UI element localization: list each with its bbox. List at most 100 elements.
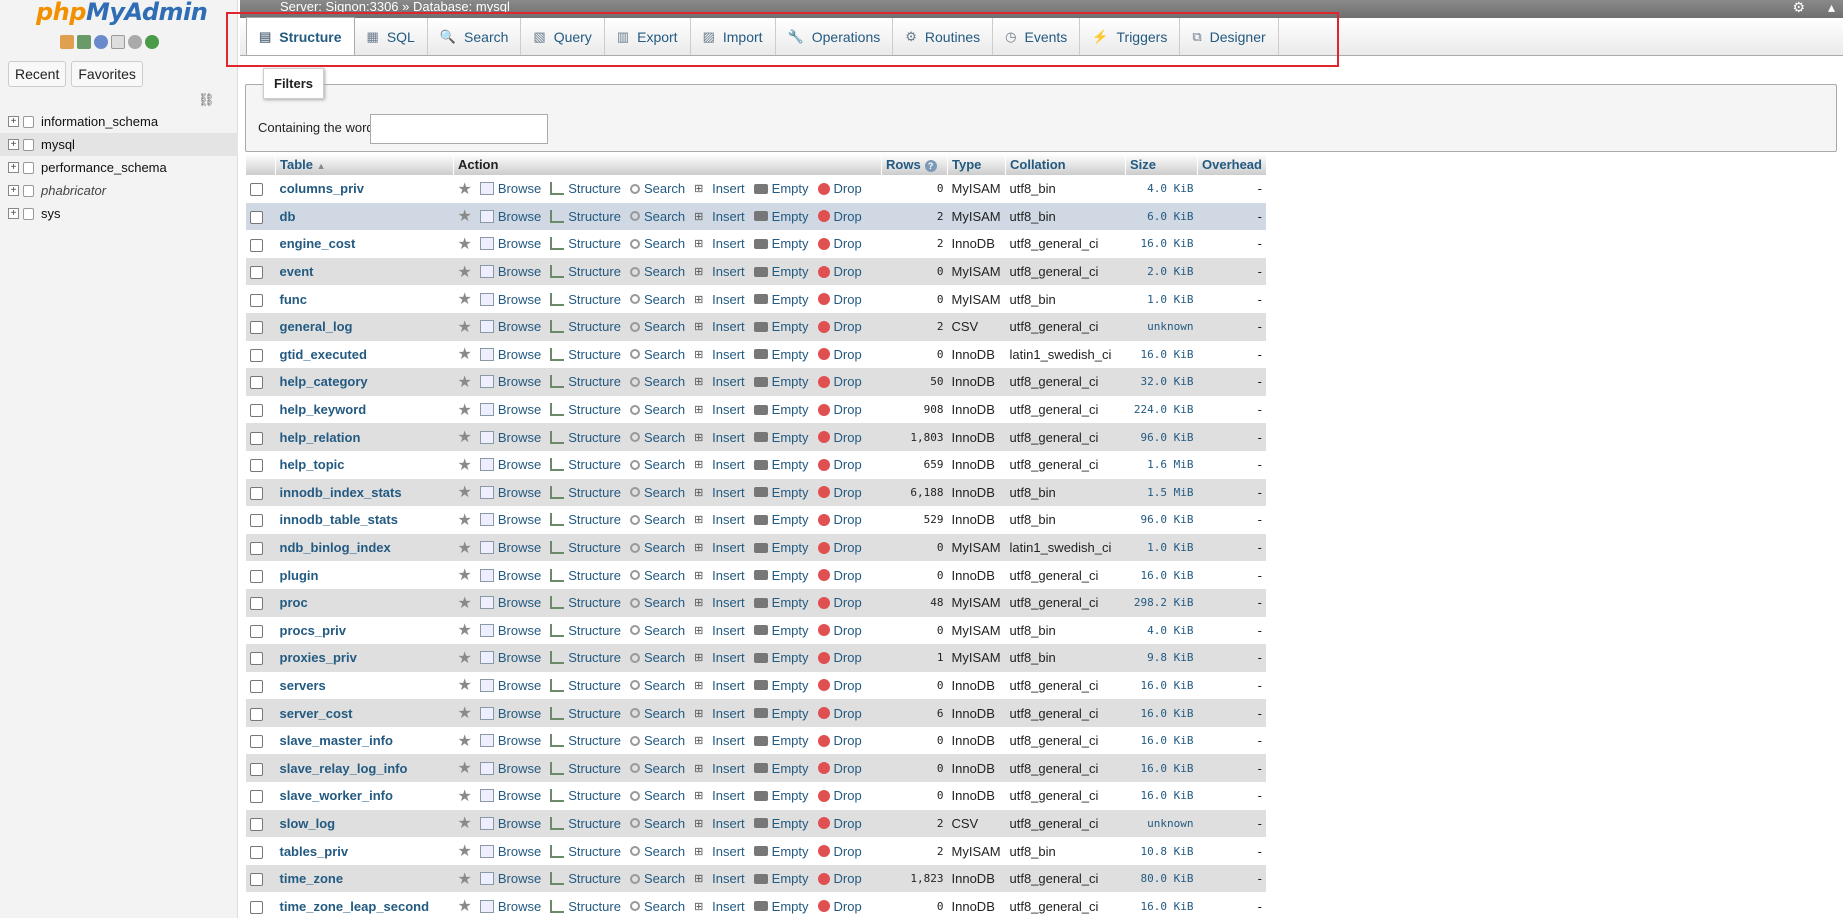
gear-icon[interactable]: ⚙ (1792, 0, 1805, 14)
empty-action[interactable]: Empty (753, 844, 809, 859)
table-size[interactable]: 1.6 MiB (1125, 450, 1198, 479)
table-name-link[interactable]: func (280, 292, 307, 307)
browse-action[interactable]: Browse (479, 319, 541, 334)
favorite-star-icon[interactable]: ★ (458, 758, 472, 778)
rows-header[interactable]: Rows? (881, 154, 948, 175)
empty-action[interactable]: Empty (753, 374, 809, 389)
tab-designer[interactable]: ⧉ Designer (1180, 18, 1279, 55)
db-item[interactable]: + information_schema (0, 110, 238, 133)
table-size[interactable]: 16.0 KiB (1125, 699, 1198, 727)
table-row[interactable]: innodb_table_stats ★ Browse Structure Search… (245, 506, 1266, 534)
tab-events[interactable]: ◷ Events (993, 18, 1081, 55)
drop-action[interactable]: Drop (817, 788, 862, 803)
favorite-star-icon[interactable]: ★ (458, 372, 472, 392)
search-action[interactable]: Search (629, 402, 685, 417)
table-row[interactable]: help_keyword ★ Browse Structure Search ⊞ Inser… (245, 395, 1266, 424)
table-row[interactable]: slave_worker_info ★ Browse Structure Search ⊞… (245, 782, 1266, 810)
browse-action[interactable]: Browse (479, 540, 541, 555)
favorite-star-icon[interactable]: ★ (458, 703, 472, 723)
table-size[interactable]: 1.5 MiB (1125, 478, 1198, 507)
table-size[interactable]: 9.8 KiB (1125, 644, 1198, 672)
expand-icon[interactable]: + (8, 139, 19, 150)
favorite-star-icon[interactable]: ★ (458, 427, 472, 447)
structure-action[interactable]: Structure (550, 844, 621, 859)
browse-action[interactable]: Browse (479, 623, 541, 638)
tab-triggers[interactable]: ⚡ Triggers (1080, 18, 1181, 55)
empty-action[interactable]: Empty (753, 568, 809, 583)
recent-button[interactable]: Recent (8, 61, 67, 87)
search-action[interactable]: Search (629, 319, 685, 334)
search-action[interactable]: Search (629, 430, 685, 445)
browse-action[interactable]: Browse (479, 374, 541, 389)
type-header[interactable]: Type (947, 154, 1006, 175)
search-action[interactable]: Search (629, 871, 685, 886)
filter-input[interactable] (370, 114, 548, 144)
search-action[interactable]: Search (629, 595, 685, 610)
structure-action[interactable]: Structure (550, 512, 621, 527)
table-size[interactable]: 96.0 KiB (1125, 506, 1198, 534)
collapse-icon[interactable]: ▴ (1828, 0, 1835, 14)
browse-action[interactable]: Browse (479, 264, 541, 279)
table-size[interactable]: 1.0 KiB (1125, 533, 1198, 562)
row-checkbox[interactable] (249, 459, 263, 473)
collation-header[interactable]: Collation (1005, 154, 1126, 175)
drop-action[interactable]: Drop (817, 899, 862, 914)
structure-action[interactable]: Structure (550, 374, 621, 389)
table-name-link[interactable]: server_cost (280, 706, 353, 721)
table-size[interactable]: 224.0 KiB (1125, 395, 1198, 424)
favorite-star-icon[interactable]: ★ (458, 731, 472, 751)
table-name-link[interactable]: innodb_index_stats (280, 485, 402, 500)
table-size[interactable]: 16.0 KiB (1125, 754, 1198, 783)
table-row[interactable]: func ★ Browse Structure Search ⊞ Insert Empty Dr… (245, 285, 1266, 313)
insert-action[interactable]: ⊞ Insert (694, 595, 745, 610)
browse-action[interactable]: Browse (479, 485, 541, 500)
table-name-link[interactable]: help_topic (280, 457, 345, 472)
favorite-star-icon[interactable]: ★ (458, 317, 472, 337)
browse-action[interactable]: Browse (479, 706, 541, 721)
table-size[interactable]: unknown (1125, 809, 1198, 838)
insert-action[interactable]: ⊞ Insert (694, 650, 745, 665)
table-row[interactable]: proxies_priv ★ Browse Structure Search ⊞ Inser… (245, 644, 1266, 672)
expand-icon[interactable]: + (8, 116, 19, 127)
row-checkbox[interactable] (249, 404, 263, 418)
drop-action[interactable]: Drop (817, 236, 862, 251)
browse-action[interactable]: Browse (479, 871, 541, 886)
table-size[interactable]: 96.0 KiB (1125, 423, 1198, 451)
drop-action[interactable]: Drop (817, 512, 862, 527)
insert-action[interactable]: ⊞ Insert (694, 678, 745, 693)
insert-action[interactable]: ⊞ Insert (694, 816, 745, 831)
row-checkbox[interactable] (249, 542, 263, 556)
table-name-link[interactable]: slave_relay_log_info (280, 761, 408, 776)
breadcrumb-server[interactable]: Server: Signon:3306 (280, 0, 399, 14)
row-checkbox[interactable] (249, 376, 263, 390)
favorite-star-icon[interactable]: ★ (458, 565, 472, 585)
favorite-star-icon[interactable]: ★ (458, 593, 472, 613)
search-action[interactable]: Search (629, 650, 685, 665)
db-name[interactable]: mysql (41, 137, 75, 152)
empty-action[interactable]: Empty (753, 761, 809, 776)
structure-action[interactable]: Structure (550, 319, 621, 334)
db-item[interactable]: + sys (0, 202, 238, 225)
favorite-star-icon[interactable]: ★ (458, 813, 472, 833)
settings-icon[interactable] (128, 35, 142, 49)
table-row[interactable]: plugin ★ Browse Structure Search ⊞ Insert Empty… (245, 561, 1266, 589)
search-action[interactable]: Search (629, 568, 685, 583)
structure-action[interactable]: Structure (550, 430, 621, 445)
drop-action[interactable]: Drop (817, 347, 862, 362)
row-checkbox[interactable] (249, 900, 263, 914)
browse-action[interactable]: Browse (479, 402, 541, 417)
structure-action[interactable]: Structure (550, 568, 621, 583)
favorite-star-icon[interactable]: ★ (458, 344, 472, 364)
db-name[interactable]: phabricator (41, 183, 106, 198)
insert-action[interactable]: ⊞ Insert (694, 402, 745, 417)
expand-icon[interactable]: + (8, 208, 19, 219)
row-checkbox[interactable] (249, 624, 263, 638)
browse-action[interactable]: Browse (479, 292, 541, 307)
structure-action[interactable]: Structure (550, 678, 621, 693)
row-checkbox[interactable] (249, 707, 263, 721)
search-action[interactable]: Search (629, 512, 685, 527)
db-name[interactable]: performance_schema (41, 160, 167, 175)
favorite-star-icon[interactable]: ★ (458, 206, 472, 226)
table-name-link[interactable]: ndb_binlog_index (280, 540, 391, 555)
help-icon[interactable]: ? (924, 160, 937, 172)
